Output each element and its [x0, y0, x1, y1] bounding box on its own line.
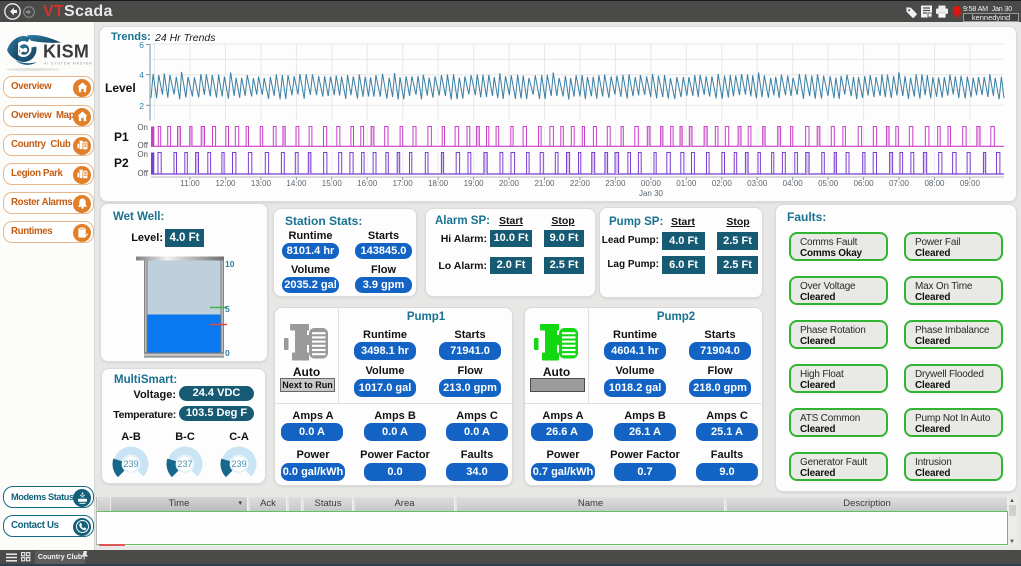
svg-text:04:00: 04:00 — [783, 179, 804, 188]
svg-text:On: On — [137, 150, 148, 159]
svg-text:15:00: 15:00 — [322, 179, 343, 188]
svg-text:239: 239 — [123, 459, 138, 469]
svg-text:07:00: 07:00 — [889, 179, 910, 188]
svg-text:17:00: 17:00 — [393, 179, 414, 188]
svg-text:22:00: 22:00 — [570, 179, 591, 188]
svg-text:6: 6 — [139, 40, 144, 50]
svg-text:14:00: 14:00 — [286, 179, 307, 188]
svg-text:On: On — [137, 123, 148, 132]
svg-text:239: 239 — [231, 459, 246, 469]
svg-text:237: 237 — [177, 459, 192, 469]
svg-text:18:00: 18:00 — [428, 179, 449, 188]
svg-text:20:00: 20:00 — [499, 179, 520, 188]
svg-text:00:00: 00:00 — [641, 179, 662, 188]
svg-text:05:00: 05:00 — [818, 179, 839, 188]
svg-text:Off: Off — [137, 169, 148, 178]
svg-text:4: 4 — [139, 70, 144, 80]
svg-text:09:00: 09:00 — [960, 179, 981, 188]
svg-text:06:00: 06:00 — [854, 179, 875, 188]
svg-text:01:00: 01:00 — [676, 179, 697, 188]
svg-text:19:00: 19:00 — [464, 179, 485, 188]
svg-text:2: 2 — [139, 101, 144, 111]
svg-text:13:00: 13:00 — [251, 179, 272, 188]
svg-text:Jan 30: Jan 30 — [639, 189, 664, 198]
svg-text:10: 10 — [225, 259, 235, 269]
svg-text:03:00: 03:00 — [747, 179, 768, 188]
svg-text:02:00: 02:00 — [712, 179, 733, 188]
svg-text:21:00: 21:00 — [534, 179, 555, 188]
svg-text:5: 5 — [225, 304, 230, 314]
svg-text:KISM: KISM — [43, 42, 89, 62]
svg-text:0: 0 — [225, 348, 230, 358]
svg-text:Off: Off — [137, 141, 148, 150]
svg-text:11:00: 11:00 — [180, 179, 200, 188]
svg-text:08:00: 08:00 — [924, 179, 945, 188]
svg-text:12:00: 12:00 — [215, 179, 236, 188]
svg-text:16:00: 16:00 — [357, 179, 378, 188]
svg-text:AI SYSTEM MASTER: AI SYSTEM MASTER — [44, 62, 93, 66]
svg-text:23:00: 23:00 — [605, 179, 626, 188]
